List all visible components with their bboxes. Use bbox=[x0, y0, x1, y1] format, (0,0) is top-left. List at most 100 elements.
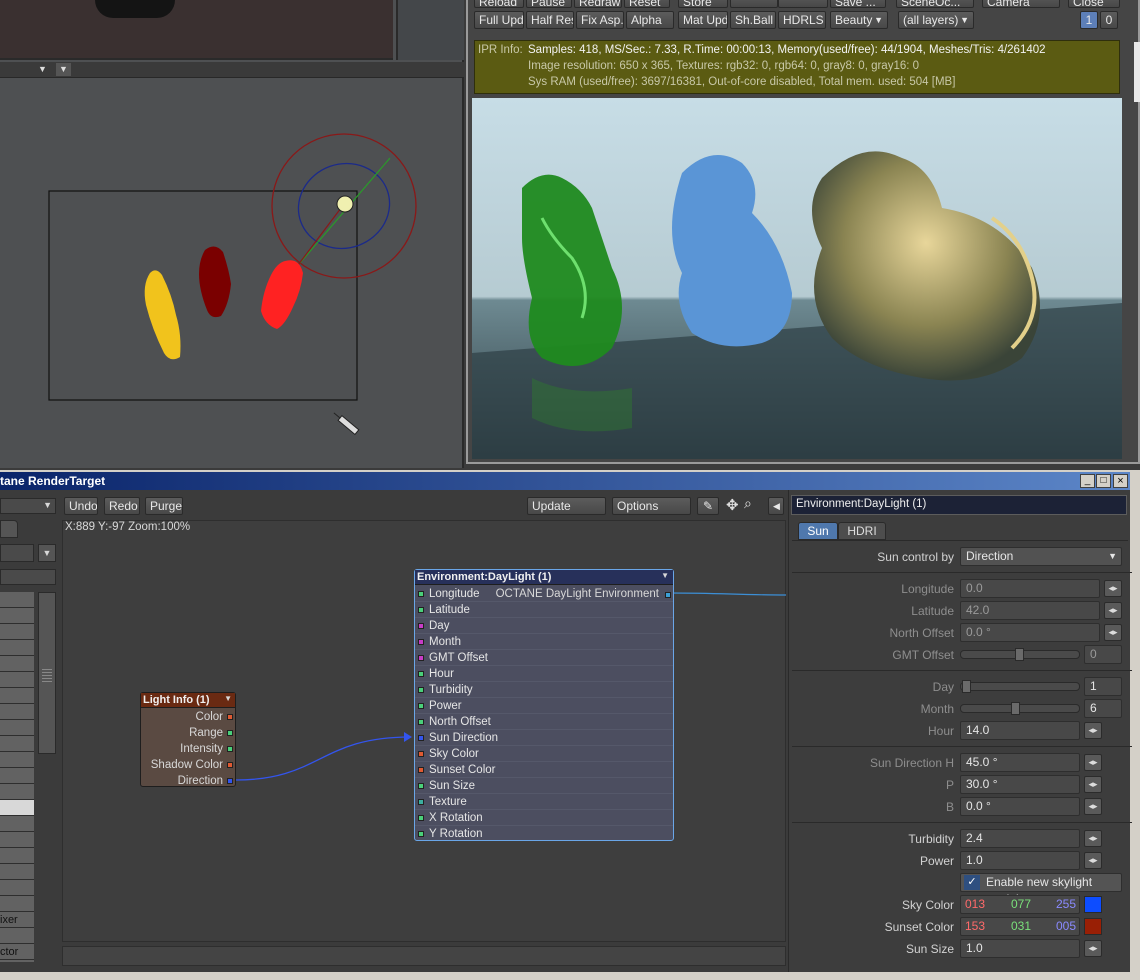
day-field[interactable]: 1 bbox=[1084, 677, 1122, 696]
input-longitude[interactable]: Longitude bbox=[415, 586, 673, 602]
north-offset-spinner[interactable]: ◂▸ bbox=[1104, 624, 1122, 641]
hour-field[interactable]: 14.0 bbox=[960, 721, 1080, 740]
sunset-color-g[interactable]: 031 bbox=[1011, 918, 1031, 935]
purge-button[interactable]: Purge bbox=[145, 497, 183, 515]
collapse-panel-button[interactable]: ◀ bbox=[768, 497, 784, 515]
p-spinner[interactable]: ◂▸ bbox=[1084, 776, 1102, 793]
power-spinner[interactable]: ◂▸ bbox=[1084, 852, 1102, 869]
input-pin[interactable] bbox=[418, 719, 424, 725]
reset-button[interactable]: Reset bbox=[624, 0, 670, 8]
light-info-node[interactable]: Light Info (1) ▼ Color Range Intensity S… bbox=[140, 692, 236, 787]
page-button-1[interactable]: 1 bbox=[1080, 11, 1098, 29]
longitude-spinner[interactable]: ◂▸ bbox=[1104, 580, 1122, 597]
scrollbar-grip[interactable] bbox=[42, 669, 52, 683]
pause-button[interactable]: Pause bbox=[526, 0, 572, 8]
input-pin[interactable] bbox=[418, 687, 424, 693]
node-list-dropdown[interactable]: ▼ bbox=[38, 544, 56, 562]
zoom-icon[interactable]: ⌕ bbox=[744, 495, 752, 512]
sunset-color-swatch[interactable] bbox=[1084, 918, 1102, 935]
gmt-offset-slider[interactable] bbox=[960, 648, 1080, 661]
redraw-button[interactable]: Redraw bbox=[574, 0, 622, 8]
gmt-offset-field[interactable]: 0 bbox=[1084, 645, 1122, 664]
shader-ball-button[interactable]: Sh.Ball bbox=[730, 11, 776, 29]
longitude-field[interactable]: 0.0 bbox=[960, 579, 1100, 598]
power-field[interactable]: 1.0 bbox=[960, 851, 1080, 870]
beauty-select[interactable]: Beauty ▼ bbox=[830, 11, 888, 29]
options-button[interactable]: Options bbox=[612, 497, 691, 515]
slider-handle[interactable] bbox=[962, 680, 971, 693]
alpha-button[interactable]: Alpha bbox=[626, 11, 674, 29]
latitude-spinner[interactable]: ◂▸ bbox=[1104, 602, 1122, 619]
sunset-color-r[interactable]: 153 bbox=[965, 918, 985, 935]
node-list-scrollbar[interactable] bbox=[38, 592, 56, 754]
input-pin[interactable] bbox=[418, 783, 424, 789]
sun-direction-h-spinner[interactable]: ◂▸ bbox=[1084, 754, 1102, 771]
sceneoc-select[interactable]: SceneOc... bbox=[896, 0, 974, 8]
input-pin[interactable] bbox=[418, 767, 424, 773]
b-field[interactable]: 0.0 ° bbox=[960, 797, 1080, 816]
save-button[interactable]: Save ... bbox=[830, 0, 886, 8]
redo-button[interactable]: Redo bbox=[104, 497, 140, 515]
chevron-down-icon[interactable]: ▼ bbox=[56, 63, 71, 76]
node-list-field[interactable] bbox=[0, 544, 34, 562]
sunset-color-b[interactable]: 005 bbox=[1056, 918, 1076, 935]
input-pin[interactable] bbox=[418, 831, 424, 837]
node-list-select[interactable]: ▼ bbox=[0, 498, 56, 514]
input-pin[interactable] bbox=[418, 655, 424, 661]
daylight-node-header[interactable]: Environment:DayLight (1) ▼ bbox=[415, 570, 673, 585]
hdrls-button[interactable]: HDRLS bbox=[778, 11, 826, 29]
sky-color-field[interactable]: 013 077 255 bbox=[960, 895, 1080, 914]
input-pin[interactable] bbox=[418, 799, 424, 805]
input-y-rotation[interactable]: Y Rotation bbox=[415, 826, 673, 842]
reload-button[interactable]: Reload bbox=[474, 0, 524, 8]
chevron-down-icon[interactable]: ▼ bbox=[224, 694, 232, 703]
layers-select[interactable]: (all layers) ▼ bbox=[898, 11, 974, 29]
tab-sun[interactable]: Sun bbox=[798, 522, 838, 540]
latitude-field[interactable]: 42.0 bbox=[960, 601, 1100, 620]
hour-spinner[interactable]: ◂▸ bbox=[1084, 722, 1102, 739]
output-pin[interactable] bbox=[227, 730, 233, 736]
input-sun-direction[interactable]: Sun Direction bbox=[415, 730, 673, 746]
minimize-button[interactable]: _ bbox=[1080, 474, 1095, 488]
input-turbidity[interactable]: Turbidity bbox=[415, 682, 673, 698]
pan-icon[interactable]: ✥ bbox=[726, 496, 739, 514]
sky-color-swatch[interactable] bbox=[1084, 896, 1102, 913]
input-sky-color[interactable]: Sky Color bbox=[415, 746, 673, 762]
chevron-down-icon[interactable]: ▼ bbox=[38, 64, 54, 76]
p-field[interactable]: 30.0 ° bbox=[960, 775, 1080, 794]
month-field[interactable]: 6 bbox=[1084, 699, 1122, 718]
toolbar-select[interactable] bbox=[730, 0, 778, 8]
month-slider[interactable] bbox=[960, 702, 1080, 715]
input-pin[interactable] bbox=[418, 703, 424, 709]
half-res-button[interactable]: Half Res bbox=[526, 11, 574, 29]
input-pin[interactable] bbox=[418, 815, 424, 821]
slider-handle[interactable] bbox=[1011, 702, 1020, 715]
turbidity-field[interactable]: 2.4 bbox=[960, 829, 1080, 848]
fix-aspect-button[interactable]: Fix Asp. bbox=[576, 11, 624, 29]
input-pin[interactable] bbox=[418, 735, 424, 741]
output-pin[interactable] bbox=[227, 714, 233, 720]
input-day[interactable]: Day bbox=[415, 618, 673, 634]
full-update-button[interactable]: Full Upd. bbox=[474, 11, 524, 29]
sunset-color-field[interactable]: 153 031 005 bbox=[960, 917, 1080, 936]
input-pin[interactable] bbox=[418, 623, 424, 629]
sky-color-g[interactable]: 077 bbox=[1011, 896, 1031, 913]
sky-color-r[interactable]: 013 bbox=[965, 896, 985, 913]
slider-handle[interactable] bbox=[1015, 648, 1024, 661]
camera-select[interactable]: Camera bbox=[982, 0, 1060, 8]
output-pin[interactable] bbox=[227, 746, 233, 752]
north-offset-field[interactable]: 0.0 ° bbox=[960, 623, 1100, 642]
input-hour[interactable]: Hour bbox=[415, 666, 673, 682]
input-gmt-offset[interactable]: GMT Offset bbox=[415, 650, 673, 666]
daylight-node[interactable]: Environment:DayLight (1) ▼ OCTANE DayLig… bbox=[414, 569, 674, 841]
input-pin[interactable] bbox=[418, 607, 424, 613]
chevron-down-icon[interactable]: ▼ bbox=[661, 571, 669, 580]
sun-size-field[interactable]: 1.0 bbox=[960, 939, 1080, 958]
undo-button[interactable]: Undo bbox=[64, 497, 98, 515]
sun-size-spinner[interactable]: ◂▸ bbox=[1084, 940, 1102, 957]
close-window-button[interactable]: × bbox=[1113, 474, 1128, 488]
day-slider[interactable] bbox=[960, 680, 1080, 693]
input-sun-size[interactable]: Sun Size bbox=[415, 778, 673, 794]
input-x-rotation[interactable]: X Rotation bbox=[415, 810, 673, 826]
node-list-tab[interactable] bbox=[0, 520, 18, 538]
